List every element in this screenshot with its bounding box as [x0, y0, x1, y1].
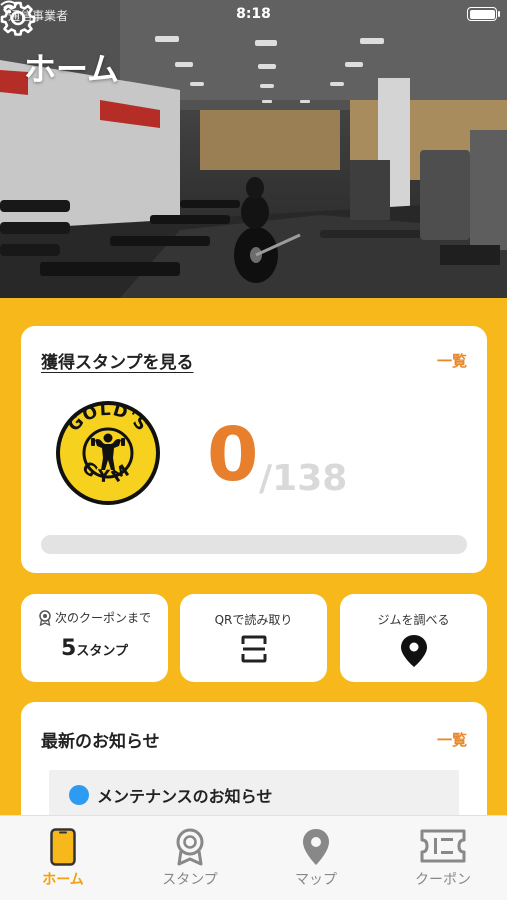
stamp-count: 0 [207, 412, 259, 498]
news-title: 最新のお知らせ [41, 732, 160, 752]
stamp-progress-bar [41, 535, 467, 554]
tab-map[interactable]: マップ [253, 816, 379, 900]
battery-icon [467, 7, 500, 21]
tab-coupon[interactable]: クーポン [380, 816, 506, 900]
tab-map-label: マップ [295, 872, 337, 888]
stamps-unit: スタンプ [76, 644, 128, 659]
find-gym-label: ジムを調べる [377, 613, 450, 627]
ticket-icon [420, 829, 466, 863]
news-item-text: メンテナンスのお知らせ [97, 787, 273, 806]
tab-stamp[interactable]: スタンプ [127, 816, 253, 900]
stamp-total: /138 [259, 458, 348, 499]
stamps-see-all-link[interactable]: 一覧 [437, 350, 467, 371]
find-gym-tile[interactable]: ジムを調べる [340, 594, 487, 682]
view-stamps-link[interactable]: 獲得スタンプを見る [41, 348, 194, 373]
medal-icon [39, 609, 51, 626]
news-dot-icon [69, 785, 89, 805]
tab-bar: ホーム スタンプ マップ クーポン [0, 815, 507, 900]
page-title: ホーム [24, 50, 120, 88]
medal-icon [176, 828, 204, 866]
status-time: 8:18 [236, 6, 271, 22]
news-see-all-link[interactable]: 一覧 [437, 729, 467, 750]
gear-icon[interactable] [0, 0, 36, 36]
golds-gym-logo: GOLD'S GYM [56, 400, 160, 505]
qr-scan-tile[interactable]: QRで読み取り [180, 594, 327, 682]
qr-scan-icon [241, 635, 266, 663]
stamp-card: 獲得スタンプを見る 一覧 GOLD'S GYM 0 /138 [21, 326, 487, 573]
map-pin-icon [303, 829, 329, 865]
qr-scan-label: QRで読み取り [214, 613, 293, 627]
stamps-remaining: 5 [61, 636, 77, 661]
phone-icon [50, 828, 76, 866]
tab-stamp-label: スタンプ [162, 872, 218, 888]
tab-coupon-label: クーポン [415, 872, 471, 888]
news-item[interactable]: メンテナンスのお知らせ [49, 770, 459, 820]
status-bar: 通信事業者 8:18 [0, 0, 507, 30]
tab-home[interactable]: ホーム [0, 816, 126, 900]
next-coupon-value: 5スタンプ [21, 636, 168, 661]
tab-home-label: ホーム [42, 872, 84, 888]
next-coupon-label: 次のクーポンまで [54, 611, 151, 625]
hero-gym-photo: 通信事業者 8:18 ホーム [0, 0, 507, 298]
next-coupon-tile[interactable]: 次のクーポンまで 5スタンプ [21, 594, 168, 682]
map-pin-icon [400, 635, 427, 667]
